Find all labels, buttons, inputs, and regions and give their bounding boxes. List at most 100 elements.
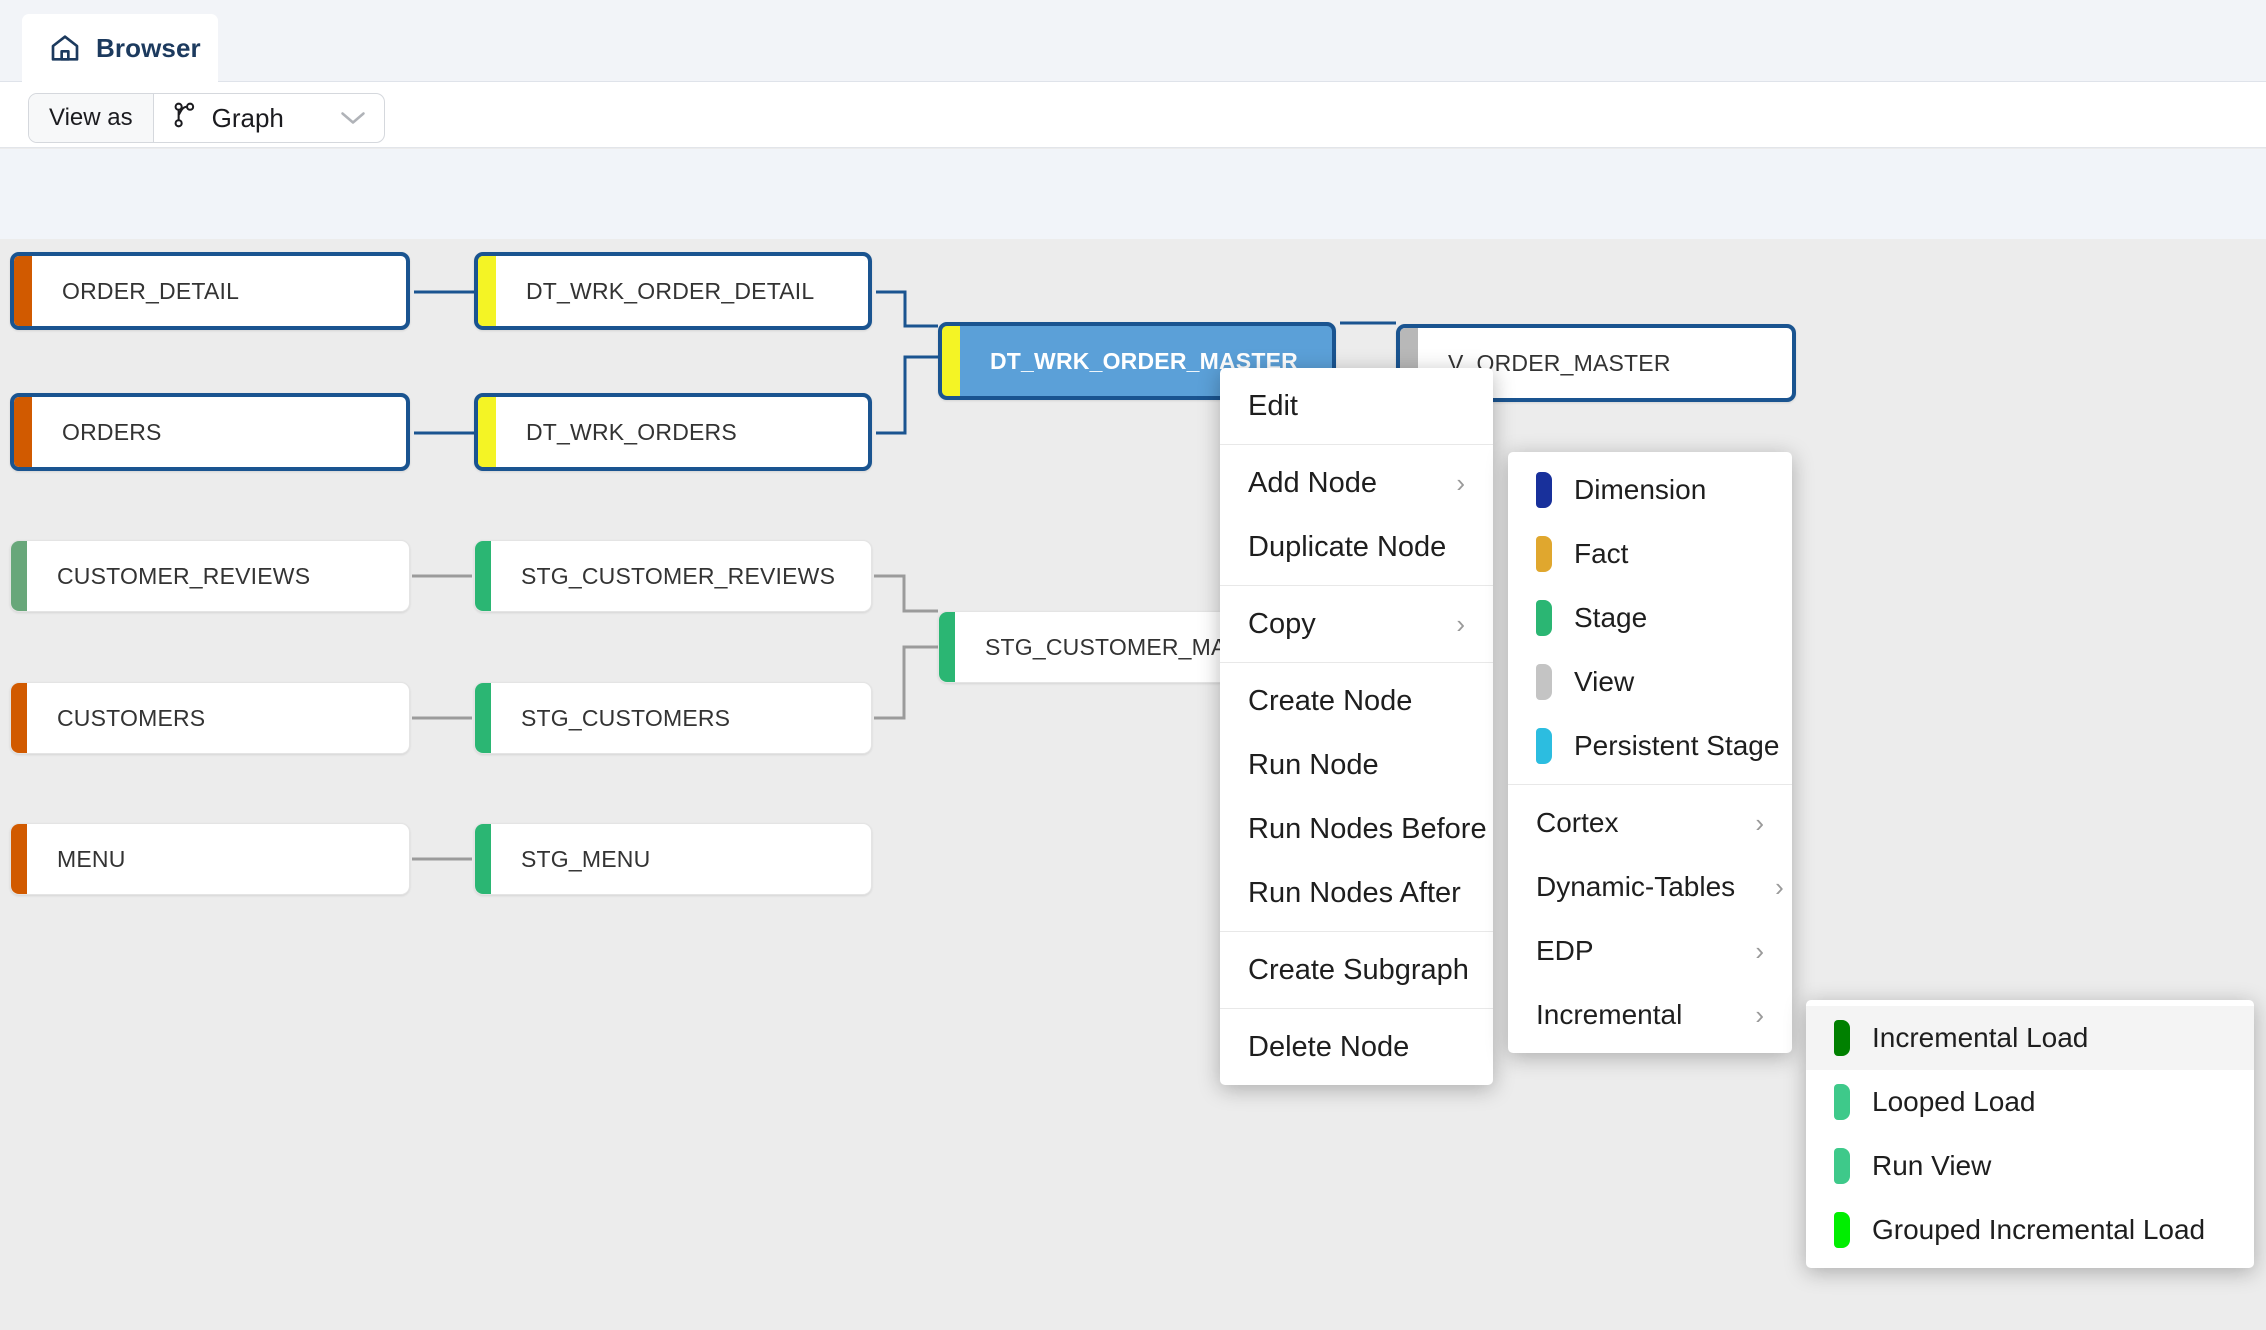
submenu-item-label: Persistent Stage	[1574, 730, 1780, 761]
submenu-item-view[interactable]: View	[1508, 650, 1792, 714]
node-label: CUSTOMERS	[57, 704, 206, 731]
chevron-right-icon: ›	[1755, 999, 1764, 1030]
type-color-swatch	[1536, 600, 1552, 636]
node-label: DT_WRK_ORDER_DETAIL	[526, 277, 815, 304]
submenu-item-label: EDP	[1536, 935, 1594, 966]
submenu-item-label: Incremental Load	[1872, 1022, 2089, 1053]
tab-browser[interactable]: Browser	[22, 14, 218, 82]
submenu-item-looped-load[interactable]: Looped Load	[1806, 1070, 2254, 1134]
node-context-menu[interactable]: Edit Add Node › Duplicate Node Copy › Cr…	[1220, 368, 1493, 1085]
graph-node[interactable]: ORDERS	[10, 393, 410, 471]
submenu-item-stage[interactable]: Stage	[1508, 586, 1792, 650]
menu-item-copy[interactable]: Copy ›	[1220, 592, 1493, 656]
view-as-select[interactable]: Graph	[154, 94, 384, 142]
menu-item-run-nodes-after[interactable]: Run Nodes After	[1220, 861, 1493, 925]
node-label: CUSTOMER_REVIEWS	[57, 562, 311, 589]
type-color-swatch	[1834, 1020, 1850, 1056]
submenu-item-incremental[interactable]: Incremental ›	[1508, 983, 1792, 1047]
submenu-item-label: Grouped Incremental Load	[1872, 1214, 2206, 1245]
graph-node[interactable]: STG_CUSTOMER_REVIEWS	[474, 540, 872, 612]
menu-item-create-node[interactable]: Create Node	[1220, 669, 1493, 733]
submenu-item-label: Dimension	[1574, 474, 1707, 505]
graph-node[interactable]: DT_WRK_ORDERS	[474, 393, 872, 471]
incremental-submenu[interactable]: Incremental Load Looped Load Run View Gr…	[1806, 1000, 2254, 1268]
type-color-swatch	[1536, 472, 1552, 508]
menu-item-label: Run Nodes Before	[1248, 812, 1487, 845]
node-type-bar	[11, 824, 27, 894]
node-label: STG_MENU	[521, 845, 651, 872]
graph-node[interactable]: DT_WRK_ORDER_DETAIL	[474, 252, 872, 330]
node-type-bar	[478, 256, 496, 326]
chevron-right-icon: ›	[1456, 608, 1465, 639]
graph-node[interactable]: CUSTOMER_REVIEWS	[10, 540, 410, 612]
type-color-swatch	[1834, 1084, 1850, 1120]
chevron-right-icon: ›	[1755, 935, 1764, 966]
submenu-item-label: Fact	[1574, 538, 1629, 569]
graph-node[interactable]: STG_MENU	[474, 823, 872, 895]
submenu-item-persistent-stage[interactable]: Persistent Stage	[1508, 714, 1792, 778]
menu-item-edit[interactable]: Edit	[1220, 374, 1493, 438]
menu-item-delete-node[interactable]: Delete Node	[1220, 1015, 1493, 1079]
node-type-bar	[11, 541, 27, 611]
submenu-item-edp[interactable]: EDP ›	[1508, 919, 1792, 983]
submenu-item-grouped-incremental-load[interactable]: Grouped Incremental Load	[1806, 1198, 2254, 1262]
menu-separator	[1220, 1008, 1493, 1009]
menu-item-label: Copy	[1248, 607, 1316, 640]
menu-item-duplicate-node[interactable]: Duplicate Node	[1220, 515, 1493, 579]
submenu-item-cortex[interactable]: Cortex ›	[1508, 791, 1792, 855]
graph-node[interactable]: CUSTOMERS	[10, 682, 410, 754]
submenu-item-dynamic-tables[interactable]: Dynamic-Tables ›	[1508, 855, 1792, 919]
menu-separator	[1220, 931, 1493, 932]
submenu-item-dimension[interactable]: Dimension	[1508, 458, 1792, 522]
node-type-bar	[11, 683, 27, 753]
menu-item-label: Create Subgraph	[1248, 953, 1469, 986]
tab-strip: Browser	[0, 0, 2266, 82]
chevron-down-icon[interactable]	[312, 109, 368, 127]
node-type-bar	[478, 397, 496, 467]
home-icon	[48, 32, 82, 64]
submenu-item-label: Looped Load	[1872, 1086, 2036, 1117]
menu-separator	[1220, 444, 1493, 445]
menu-item-label: Add Node	[1248, 466, 1377, 499]
menu-separator	[1220, 585, 1493, 586]
menu-separator	[1508, 784, 1792, 785]
node-type-bar	[14, 256, 32, 326]
menu-item-label: Delete Node	[1248, 1030, 1410, 1063]
node-type-bar	[475, 541, 491, 611]
type-color-swatch	[1536, 536, 1552, 572]
menu-item-label: Run Node	[1248, 748, 1379, 781]
node-label: ORDERS	[62, 418, 162, 445]
canvas-top-band	[0, 149, 2266, 239]
view-as-control[interactable]: View as Graph	[28, 93, 385, 143]
submenu-item-label: Incremental	[1536, 999, 1683, 1030]
node-label: MENU	[57, 845, 126, 872]
menu-item-label: Duplicate Node	[1248, 530, 1447, 563]
submenu-item-label: Run View	[1872, 1150, 1992, 1181]
graph-node[interactable]: ORDER_DETAIL	[10, 252, 410, 330]
menu-item-run-nodes-before[interactable]: Run Nodes Before	[1220, 797, 1493, 861]
submenu-item-label: Stage	[1574, 602, 1648, 633]
type-color-swatch	[1834, 1148, 1850, 1184]
type-color-swatch	[1834, 1212, 1850, 1248]
submenu-item-fact[interactable]: Fact	[1508, 522, 1792, 586]
node-label: STG_CUSTOMER_REVIEWS	[521, 562, 836, 589]
node-type-bar	[475, 824, 491, 894]
node-label: DT_WRK_ORDERS	[526, 418, 737, 445]
menu-item-label: Run Nodes After	[1248, 876, 1461, 909]
node-type-bar	[939, 612, 955, 682]
type-color-swatch	[1536, 664, 1552, 700]
view-as-label: View as	[29, 94, 154, 142]
add-node-submenu[interactable]: Dimension Fact Stage View Persistent Sta…	[1508, 452, 1792, 1053]
menu-item-run-node[interactable]: Run Node	[1220, 733, 1493, 797]
menu-item-label: Create Node	[1248, 684, 1413, 717]
submenu-item-label: View	[1574, 666, 1635, 697]
graph-node[interactable]: MENU	[10, 823, 410, 895]
node-type-bar	[14, 397, 32, 467]
submenu-item-incremental-load[interactable]: Incremental Load	[1806, 1006, 2254, 1070]
menu-item-add-node[interactable]: Add Node ›	[1220, 451, 1493, 515]
menu-item-create-subgraph[interactable]: Create Subgraph	[1220, 938, 1493, 1002]
submenu-item-run-view[interactable]: Run View	[1806, 1134, 2254, 1198]
submenu-item-label: Dynamic-Tables	[1536, 871, 1736, 902]
type-color-swatch	[1536, 728, 1552, 764]
graph-node[interactable]: STG_CUSTOMERS	[474, 682, 872, 754]
